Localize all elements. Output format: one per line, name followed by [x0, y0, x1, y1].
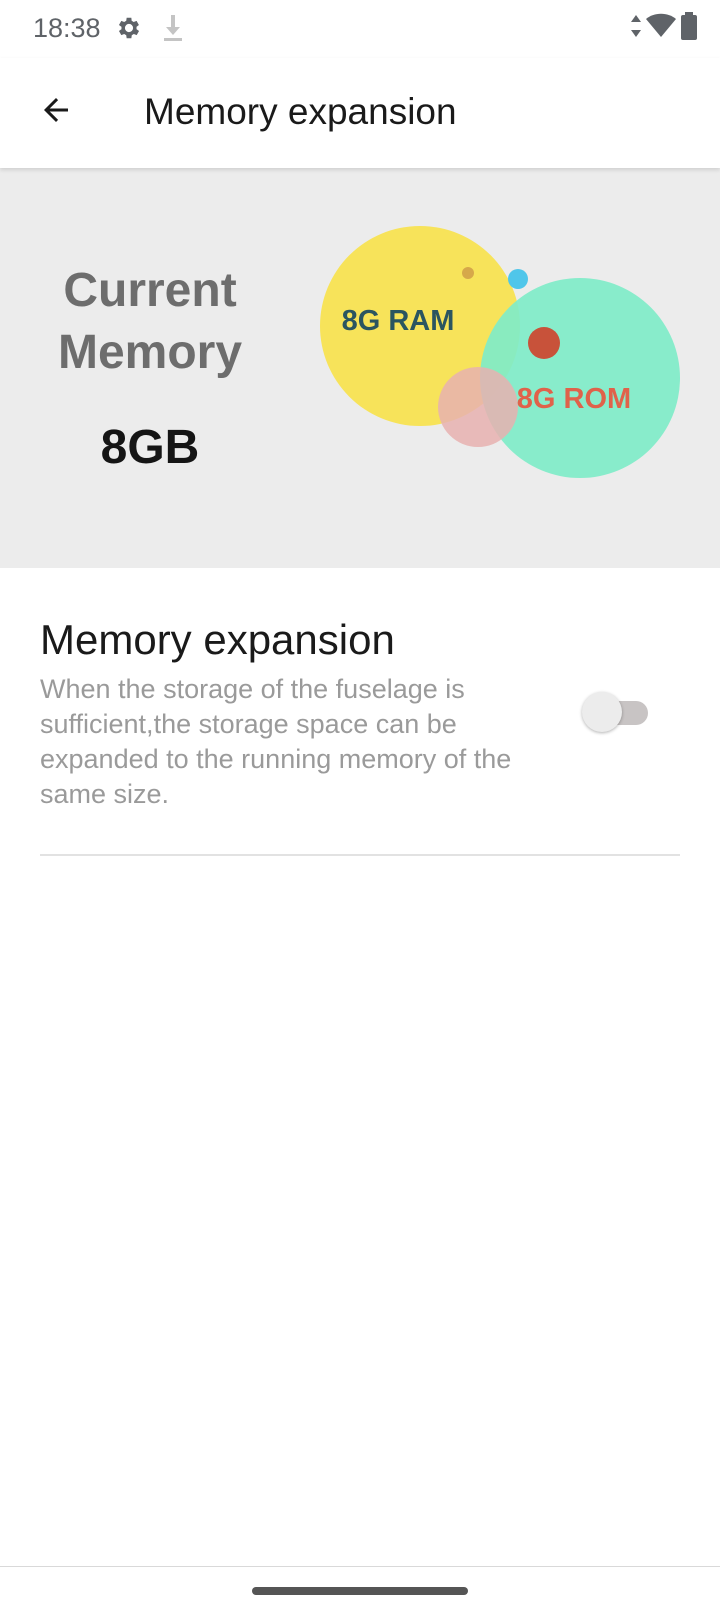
status-bar: 18:38 [0, 0, 720, 58]
back-button[interactable] [28, 84, 84, 140]
setting-title: Memory expansion [40, 616, 395, 663]
memory-circles-graphic: 8G RAM 8G ROM [320, 224, 700, 494]
gear-icon [115, 14, 143, 42]
current-memory-line2: Memory [57, 326, 243, 379]
home-gesture-handle[interactable] [252, 1587, 468, 1595]
nav-bar-divider [0, 1566, 720, 1567]
current-memory-heading: Current Memory [0, 260, 300, 384]
arrow-back-icon [38, 92, 74, 133]
rom-label: 8G ROM [517, 383, 631, 415]
status-icons-right [630, 11, 698, 46]
battery-icon [680, 11, 698, 46]
memory-hero-panel: Current Memory 8GB 8G RAM 8G ROM [0, 168, 720, 568]
data-arrows-icon [630, 13, 642, 44]
app-bar: Memory expansion [0, 58, 720, 168]
toggle-thumb [582, 692, 622, 732]
setting-description: When the storage of the fuselage is suff… [40, 674, 512, 809]
download-icon [160, 12, 186, 44]
status-time: 18:38 [33, 13, 101, 43]
page-title: Memory expansion [144, 91, 457, 132]
current-memory-size: 8GB [100, 421, 200, 474]
pink-bubble [438, 367, 518, 447]
divider [40, 854, 680, 856]
ram-label: 8G RAM [342, 305, 455, 337]
blue-dot [508, 269, 528, 289]
red-dot [528, 327, 560, 359]
memory-expansion-toggle[interactable] [582, 691, 652, 733]
wifi-icon [646, 13, 676, 44]
orange-dot [462, 267, 474, 279]
memory-expansion-setting[interactable]: Memory expansion When the storage of the… [40, 614, 680, 854]
current-memory-line1: Current [63, 264, 237, 317]
